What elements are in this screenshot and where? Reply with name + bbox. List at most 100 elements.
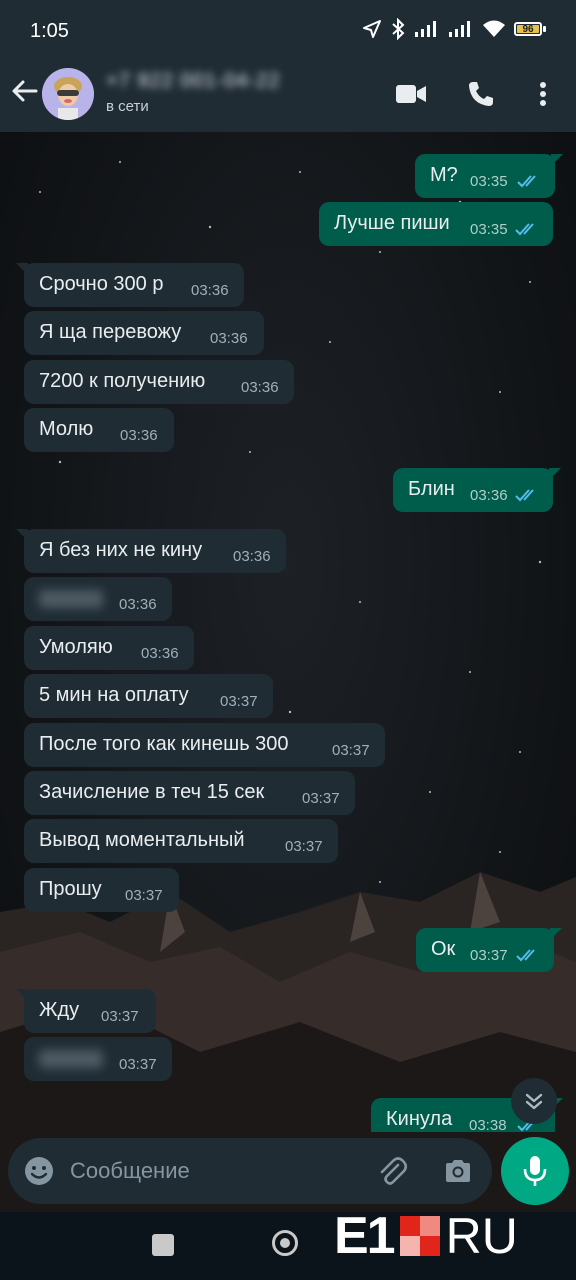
- message-time: 03:36: [241, 379, 279, 396]
- message-list[interactable]: М? 03:35 Лучше пиши 03:35 Срочно 300 р 0…: [0, 132, 576, 1132]
- message-text: Срочно 300 р: [39, 273, 164, 295]
- message-incoming[interactable]: После того как кинешь 300 03:37: [24, 723, 385, 767]
- message-text: Зачисление в теч 15 сек: [39, 781, 265, 803]
- message-text: Лучше пиши: [334, 212, 450, 234]
- more-vertical-icon: [540, 82, 546, 106]
- e1-ru-watermark: E1 RU: [334, 1207, 518, 1265]
- read-receipt-icon: [515, 223, 534, 236]
- message-incoming[interactable]: 7200 к получению 03:36: [24, 360, 294, 404]
- message-incoming[interactable]: Вывод моментальный 03:37: [24, 819, 338, 863]
- logo-text-e1: E1: [334, 1207, 396, 1265]
- message-time: 03:36: [470, 487, 508, 504]
- message-text: Вывод моментальный: [39, 829, 245, 851]
- camera-button[interactable]: [442, 1155, 474, 1187]
- status-time: 1:05: [30, 20, 69, 42]
- message-incoming[interactable]: Срочно 300 р 03:36: [16, 263, 244, 307]
- message-text: Умоляю: [39, 636, 113, 658]
- wifi-icon: [483, 20, 505, 37]
- message-incoming[interactable]: 5 мин на оплату 03:37: [24, 674, 273, 718]
- message-incoming[interactable]: Я без них не кину 03:36: [16, 529, 286, 573]
- attach-button[interactable]: [376, 1155, 408, 1187]
- message-time: 03:37: [125, 887, 163, 904]
- battery-icon: 96: [514, 22, 546, 36]
- message-incoming[interactable]: Умоляю 03:36: [24, 626, 194, 670]
- read-receipt-icon: [516, 949, 535, 962]
- microphone-icon: [523, 1156, 547, 1186]
- message-text: После того как кинешь 300: [39, 733, 289, 755]
- message-time: 03:37: [285, 838, 323, 855]
- emoji-icon: [25, 1157, 53, 1185]
- message-outgoing[interactable]: Лучше пиши 03:35: [319, 202, 553, 246]
- battery-level: 96: [522, 24, 534, 35]
- status-bar: 1:05 96: [0, 0, 576, 64]
- back-button[interactable]: [10, 76, 40, 106]
- message-time: 03:37: [119, 1056, 157, 1073]
- message-time: 03:36: [233, 548, 271, 565]
- contact-avatar[interactable]: [42, 68, 94, 120]
- message-text: 7200 к получению: [39, 370, 206, 392]
- message-time: 03:35: [470, 221, 508, 238]
- recents-button[interactable]: [152, 1234, 174, 1256]
- message-time: 03:37: [470, 947, 508, 964]
- menu-button[interactable]: [526, 78, 560, 110]
- voice-call-button[interactable]: [464, 78, 498, 110]
- camera-icon: [446, 1160, 470, 1182]
- message-time: 03:37: [302, 790, 340, 807]
- message-incoming[interactable]: Зачисление в теч 15 сек 03:37: [24, 771, 355, 815]
- message-time: 03:37: [220, 693, 258, 710]
- scroll-to-bottom-button[interactable]: [511, 1078, 557, 1124]
- message-incoming[interactable]: Я ща перевожу 03:36: [24, 311, 264, 355]
- message-time: 03:36: [119, 596, 157, 613]
- video-camera-icon: [396, 85, 426, 103]
- signal-icon-2: [449, 21, 470, 37]
- avatar-image: [42, 68, 94, 120]
- chat-header: +7 922 001-04-22 в сети: [0, 64, 576, 132]
- redacted-content: [39, 590, 103, 608]
- paperclip-icon: [380, 1157, 408, 1185]
- message-text: Кинула: [386, 1108, 453, 1130]
- message-time: 03:38: [469, 1117, 507, 1132]
- message-outgoing[interactable]: М? 03:35: [415, 154, 563, 198]
- emoji-button[interactable]: [23, 1155, 55, 1187]
- phone-icon: [469, 82, 493, 106]
- message-text: Я без них не кину: [39, 539, 203, 561]
- message-incoming[interactable]: Прошу 03:37: [24, 868, 179, 912]
- message-time: 03:37: [332, 742, 370, 759]
- location-icon: [363, 20, 381, 38]
- message-outgoing[interactable]: Блин 03:36: [393, 468, 561, 512]
- contact-status: в сети: [106, 98, 149, 115]
- voice-record-button[interactable]: [501, 1137, 569, 1205]
- message-time: 03:36: [120, 427, 158, 444]
- message-text: Ок: [431, 938, 456, 960]
- message-incoming[interactable]: Жду 03:37: [16, 989, 156, 1033]
- message-incoming-redacted[interactable]: 03:37: [24, 1037, 172, 1081]
- message-text: М?: [430, 164, 458, 186]
- read-receipt-icon: [515, 489, 534, 502]
- message-text: Прошу: [39, 878, 102, 900]
- message-time: 03:35: [470, 173, 508, 190]
- status-icons: 96: [362, 18, 546, 40]
- contact-name[interactable]: +7 922 001-04-22: [106, 70, 280, 93]
- message-time: 03:36: [191, 282, 229, 299]
- message-input[interactable]: Сообщение: [70, 1158, 190, 1184]
- video-call-button[interactable]: [394, 78, 428, 110]
- message-incoming[interactable]: Молю 03:36: [24, 408, 174, 452]
- signal-icon: [415, 21, 436, 37]
- message-time: 03:36: [210, 330, 248, 347]
- bluetooth-icon: [392, 18, 405, 40]
- message-outgoing[interactable]: Ок 03:37: [416, 928, 562, 972]
- message-time: 03:36: [141, 645, 179, 662]
- message-text: Блин: [408, 478, 455, 500]
- logo-mark: [399, 1216, 440, 1256]
- message-incoming-redacted[interactable]: 03:36: [24, 577, 172, 621]
- logo-text-ru: RU: [445, 1208, 518, 1264]
- message-text: Жду: [39, 999, 80, 1021]
- double-chevron-down-icon: [525, 1093, 543, 1110]
- read-receipt-icon: [517, 175, 536, 188]
- arrow-left-icon: [12, 80, 38, 102]
- home-button[interactable]: [272, 1230, 298, 1256]
- redacted-content: [39, 1050, 103, 1068]
- message-composer: Сообщение: [8, 1138, 492, 1204]
- message-text: Я ща перевожу: [39, 321, 182, 343]
- message-text: Молю: [39, 418, 94, 440]
